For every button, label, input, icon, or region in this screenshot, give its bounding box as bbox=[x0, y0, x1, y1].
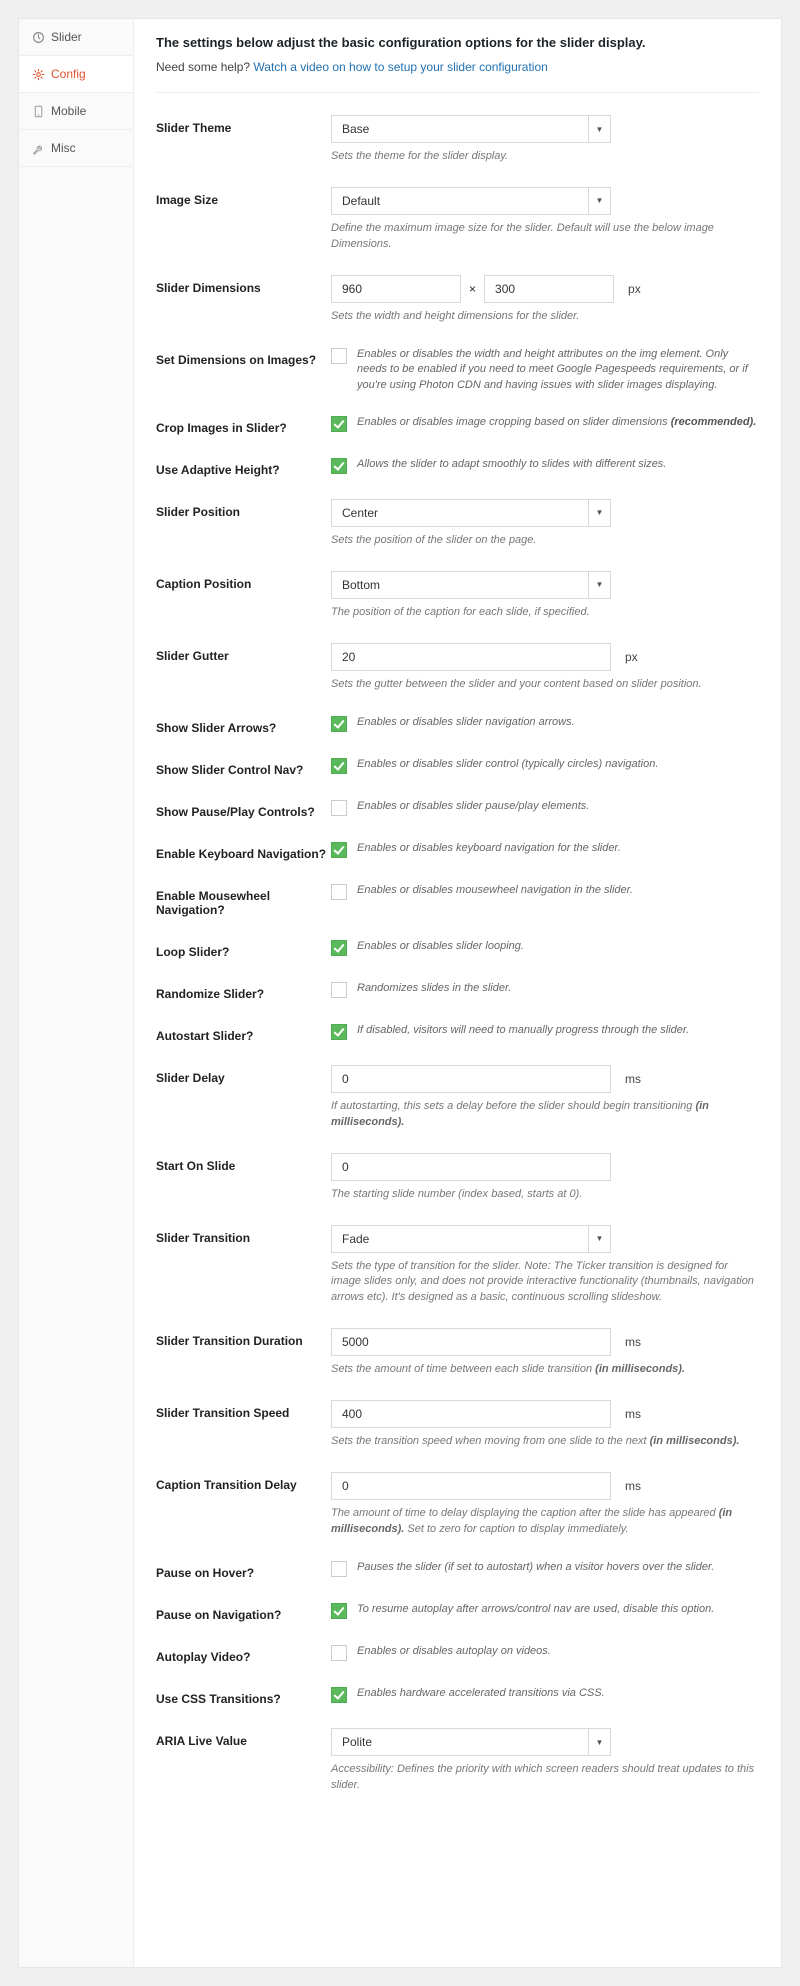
label-autoplay-video: Autoplay Video? bbox=[156, 1644, 331, 1664]
wrench-icon bbox=[31, 141, 45, 155]
input-width[interactable]: 960 bbox=[331, 275, 461, 303]
label-slider-theme: Slider Theme bbox=[156, 115, 331, 135]
label-aria-live: ARIA Live Value bbox=[156, 1728, 331, 1748]
checkbox-adaptive-height[interactable] bbox=[331, 458, 347, 474]
label-slider-delay: Slider Delay bbox=[156, 1065, 331, 1085]
gear-icon bbox=[31, 67, 45, 81]
label-slider-dimensions: Slider Dimensions bbox=[156, 275, 331, 295]
checkbox-css-transitions[interactable] bbox=[331, 1687, 347, 1703]
label-pause-hover: Pause on Hover? bbox=[156, 1560, 331, 1580]
checkbox-pause-navigation[interactable] bbox=[331, 1603, 347, 1619]
label-show-arrows: Show Slider Arrows? bbox=[156, 715, 331, 735]
chevron-down-icon: ▼ bbox=[588, 188, 610, 214]
sidebar-item-label: Misc bbox=[51, 141, 76, 155]
chevron-down-icon: ▼ bbox=[588, 1226, 610, 1252]
label-caption-position: Caption Position bbox=[156, 571, 331, 591]
sidebar-item-mobile[interactable]: Mobile bbox=[19, 93, 133, 130]
label-keyboard-nav: Enable Keyboard Navigation? bbox=[156, 841, 331, 861]
input-start-on-slide[interactable]: 0 bbox=[331, 1153, 611, 1181]
input-caption-delay[interactable]: 0 bbox=[331, 1472, 611, 1500]
label-image-size: Image Size bbox=[156, 187, 331, 207]
sidebar-item-label: Config bbox=[51, 67, 86, 81]
checkbox-randomize[interactable] bbox=[331, 982, 347, 998]
help-line: Need some help? Watch a video on how to … bbox=[156, 60, 759, 74]
input-transition-duration[interactable]: 5000 bbox=[331, 1328, 611, 1356]
label-control-nav: Show Slider Control Nav? bbox=[156, 757, 331, 777]
label-mousewheel-nav: Enable Mousewheel Navigation? bbox=[156, 883, 331, 917]
checkbox-keyboard-nav[interactable] bbox=[331, 842, 347, 858]
checkbox-set-dimensions[interactable] bbox=[331, 348, 347, 364]
checkbox-autoplay-video[interactable] bbox=[331, 1645, 347, 1661]
help-video-link[interactable]: Watch a video on how to setup your slide… bbox=[253, 60, 547, 74]
label-pause-navigation: Pause on Navigation? bbox=[156, 1602, 331, 1622]
chevron-down-icon: ▼ bbox=[588, 572, 610, 598]
slider-icon bbox=[31, 30, 45, 44]
label-slider-transition: Slider Transition bbox=[156, 1225, 331, 1245]
mobile-icon bbox=[31, 104, 45, 118]
input-gutter[interactable]: 20 bbox=[331, 643, 611, 671]
chevron-down-icon: ▼ bbox=[588, 116, 610, 142]
label-css-transitions: Use CSS Transitions? bbox=[156, 1686, 331, 1706]
label-slider-position: Slider Position bbox=[156, 499, 331, 519]
checkbox-pause-play[interactable] bbox=[331, 800, 347, 816]
input-transition-speed[interactable]: 400 bbox=[331, 1400, 611, 1428]
label-crop-images: Crop Images in Slider? bbox=[156, 415, 331, 435]
sidebar-item-label: Mobile bbox=[51, 104, 86, 118]
label-loop: Loop Slider? bbox=[156, 939, 331, 959]
label-start-on-slide: Start On Slide bbox=[156, 1153, 331, 1173]
checkbox-show-arrows[interactable] bbox=[331, 716, 347, 732]
settings-main: The settings below adjust the basic conf… bbox=[134, 19, 781, 1967]
input-height[interactable]: 300 bbox=[484, 275, 614, 303]
checkbox-pause-hover[interactable] bbox=[331, 1561, 347, 1577]
checkbox-control-nav[interactable] bbox=[331, 758, 347, 774]
sidebar-item-slider[interactable]: Slider bbox=[19, 19, 133, 56]
label-slider-gutter: Slider Gutter bbox=[156, 643, 331, 663]
label-set-dimensions: Set Dimensions on Images? bbox=[156, 347, 331, 367]
label-transition-duration: Slider Transition Duration bbox=[156, 1328, 331, 1348]
checkbox-autostart[interactable] bbox=[331, 1024, 347, 1040]
select-slider-transition[interactable]: Fade ▼ bbox=[331, 1225, 611, 1253]
label-pause-play: Show Pause/Play Controls? bbox=[156, 799, 331, 819]
label-adaptive-height: Use Adaptive Height? bbox=[156, 457, 331, 477]
chevron-down-icon: ▼ bbox=[588, 500, 610, 526]
sidebar-item-config[interactable]: Config bbox=[19, 56, 133, 93]
sidebar-item-misc[interactable]: Misc bbox=[19, 130, 133, 167]
label-autostart: Autostart Slider? bbox=[156, 1023, 331, 1043]
select-caption-position[interactable]: Bottom ▼ bbox=[331, 571, 611, 599]
divider bbox=[156, 92, 759, 93]
settings-sidebar: Slider Config Mobile Misc bbox=[19, 19, 134, 1967]
select-aria-live[interactable]: Polite ▼ bbox=[331, 1728, 611, 1756]
input-slider-delay[interactable]: 0 bbox=[331, 1065, 611, 1093]
checkbox-loop[interactable] bbox=[331, 940, 347, 956]
checkbox-crop-images[interactable] bbox=[331, 416, 347, 432]
select-slider-position[interactable]: Center ▼ bbox=[331, 499, 611, 527]
label-transition-speed: Slider Transition Speed bbox=[156, 1400, 331, 1420]
checkbox-mousewheel-nav[interactable] bbox=[331, 884, 347, 900]
page-title: The settings below adjust the basic conf… bbox=[156, 35, 759, 50]
chevron-down-icon: ▼ bbox=[588, 1729, 610, 1755]
label-caption-delay: Caption Transition Delay bbox=[156, 1472, 331, 1492]
select-image-size[interactable]: Default ▼ bbox=[331, 187, 611, 215]
select-slider-theme[interactable]: Base ▼ bbox=[331, 115, 611, 143]
label-randomize: Randomize Slider? bbox=[156, 981, 331, 1001]
sidebar-item-label: Slider bbox=[51, 30, 82, 44]
